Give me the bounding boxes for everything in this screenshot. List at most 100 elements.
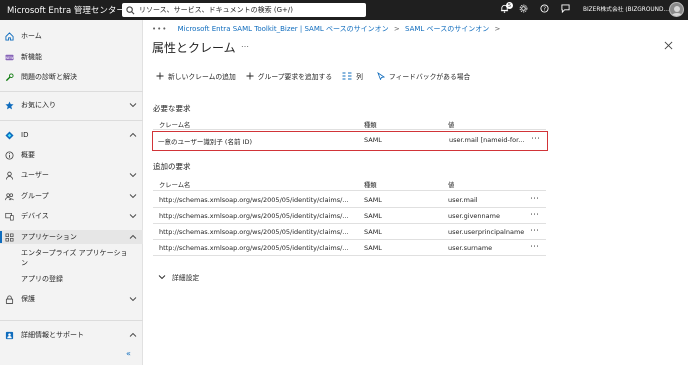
top-bar: Microsoft Entra 管理センター リソース、サービス、ドキュメントの… — [0, 0, 688, 20]
table-row[interactable]: http://schemas.xmlsoap.org/ws/2005/05/id… — [153, 240, 546, 256]
sidebar-item-app-registrations[interactable]: アプリの登録 — [0, 272, 143, 286]
home-icon — [5, 31, 14, 41]
claim-value: user.givenname — [448, 212, 500, 220]
device-icon — [5, 212, 14, 221]
chevron-down-icon — [129, 173, 137, 178]
column-header-value: 値 — [448, 122, 455, 129]
add-group-claim-button[interactable]: グループ要求を追加する — [246, 71, 332, 81]
sidebar-divider — [0, 320, 143, 321]
group-icon — [5, 192, 14, 201]
claim-type: SAML — [364, 196, 382, 204]
chevron-down-icon — [129, 297, 137, 302]
search-icon — [126, 5, 135, 15]
feedback-button[interactable] — [558, 3, 572, 17]
sidebar-item-overview[interactable]: 概要 — [0, 148, 143, 162]
sidebar-item-label: 保護 — [21, 295, 35, 303]
sidebar-item-label: 詳細情報とサポート — [21, 331, 84, 339]
breadcrumb-item[interactable]: Microsoft Entra SAML Toolkit_Bizer | SAM… — [178, 25, 389, 33]
advanced-settings-expander[interactable]: 詳細設定 — [158, 272, 199, 282]
sidebar-item-label: 問題の診断と解決 — [21, 73, 77, 81]
add-claim-label: 新しいクレームの追加 — [168, 73, 236, 81]
question-icon: ? — [539, 4, 549, 16]
notifications-button[interactable]: 5 — [497, 2, 513, 17]
highlighted-required-claim-row[interactable]: 一意のユーザー識別子 (名前 ID) SAML user.mail [namei… — [152, 131, 548, 151]
chevron-down-icon — [129, 214, 137, 219]
sidebar-item-users[interactable]: ユーザー — [0, 168, 143, 182]
global-search-input[interactable]: リソース、サービス、ドキュメントの検索 (G+/) — [122, 3, 366, 17]
close-icon[interactable] — [664, 41, 673, 50]
row-more-button[interactable]: ⋯ — [531, 134, 540, 144]
columns-label: 列 — [356, 73, 363, 81]
row-more-button[interactable]: ⋯ — [530, 210, 539, 220]
chevron-up-icon — [129, 132, 137, 137]
feedback-label: フィードバックがある場合 — [388, 73, 471, 81]
chevron-up-icon — [129, 332, 137, 337]
claim-name: http://schemas.xmlsoap.org/ws/2005/05/id… — [159, 212, 349, 220]
sidebar-item-label: 概要 — [21, 151, 35, 159]
row-more-button[interactable]: ⋯ — [530, 194, 539, 204]
sidebar-divider — [0, 120, 143, 121]
table-row[interactable]: http://schemas.xmlsoap.org/ws/2005/05/id… — [153, 224, 546, 240]
sidebar-item-label: デバイス — [21, 212, 49, 220]
sidebar-item-label: エンタープライズ アプリケーショ — [21, 248, 128, 257]
sidebar-item-devices[interactable]: デバイス — [0, 209, 143, 223]
help-icon — [5, 331, 14, 340]
sidebar-item-diagnose[interactable]: 問題の診断と解決 — [0, 70, 143, 84]
breadcrumb-overflow[interactable]: ••• — [152, 25, 167, 33]
columns-icon — [342, 72, 352, 80]
page-title: 属性とクレーム — [152, 41, 236, 55]
svg-text:NEW: NEW — [5, 55, 14, 59]
plus-icon — [156, 72, 164, 80]
claim-type: SAML — [364, 244, 382, 252]
sidebar-item-learn-support[interactable]: 詳細情報とサポート — [0, 328, 143, 342]
sidebar-item-protection[interactable]: 保護 — [0, 292, 143, 306]
portal-brand[interactable]: Microsoft Entra 管理センター — [7, 4, 125, 16]
avatar[interactable] — [669, 2, 684, 17]
notification-count-badge: 5 — [506, 2, 513, 9]
breadcrumb-item[interactable]: SAML ベースのサインオン — [405, 25, 489, 33]
settings-button[interactable] — [516, 3, 530, 17]
sidebar-item-home[interactable]: ホーム — [0, 29, 143, 43]
breadcrumb: ••• Microsoft Entra SAML Toolkit_Bizer |… — [152, 24, 503, 34]
lock-icon — [5, 295, 14, 304]
double-chevron-left-icon: « — [126, 349, 131, 358]
breadcrumb-separator: > — [494, 25, 501, 33]
sidebar-item-identity[interactable]: ID — [0, 128, 143, 142]
sidebar-divider — [0, 91, 143, 92]
feedback-icon — [560, 4, 570, 16]
chevron-down-icon — [158, 275, 166, 280]
chevron-down-icon — [129, 194, 137, 199]
row-more-button[interactable]: ⋯ — [530, 242, 539, 252]
claim-name: http://schemas.xmlsoap.org/ws/2005/05/id… — [159, 244, 349, 252]
header-divider — [153, 190, 546, 191]
add-group-claim-label: グループ要求を追加する — [257, 73, 333, 81]
table-row[interactable]: http://schemas.xmlsoap.org/ws/2005/05/id… — [153, 208, 546, 224]
column-header-type: 種類 — [364, 182, 377, 189]
account-name[interactable]: BIZER株式会社 (BIZGROUND.... — [583, 4, 671, 13]
help-button[interactable]: ? — [537, 3, 551, 17]
table-row[interactable]: http://schemas.xmlsoap.org/ws/2005/05/id… — [153, 192, 546, 208]
claim-value: user.surname — [448, 244, 493, 252]
title-more-button[interactable]: … — [241, 40, 249, 49]
row-more-button[interactable]: ⋯ — [530, 226, 539, 236]
breadcrumb-separator: > — [393, 25, 400, 33]
sidebar-item-groups[interactable]: グループ — [0, 189, 143, 203]
required-claims-title: 必要な要求 — [153, 104, 191, 113]
collapse-sidebar-button[interactable]: « — [126, 349, 131, 358]
sidebar-item-favorites[interactable]: お気に入り — [0, 98, 143, 112]
sidebar-item-applications[interactable]: アプリケーション — [0, 230, 143, 244]
sidebar-item-label: 新機能 — [21, 53, 42, 61]
columns-button[interactable]: 列 — [342, 71, 363, 81]
user-icon — [5, 171, 14, 180]
add-claim-button[interactable]: 新しいクレームの追加 — [156, 71, 236, 81]
claim-type: SAML — [364, 228, 382, 236]
sidebar: ホーム NEW 新機能 問題の診断と解決 お気に入り ID 概要 ユーザー グル… — [0, 20, 143, 365]
sidebar-item-enterprise-apps-wrap[interactable]: ン — [0, 257, 143, 268]
column-header-type: 種類 — [364, 122, 377, 129]
feedback-button[interactable]: フィードバックがある場合 — [377, 71, 470, 81]
search-placeholder: リソース、サービス、ドキュメントの検索 (G+/) — [139, 6, 293, 14]
claim-value: user.mail — [448, 196, 478, 204]
svg-text:?: ? — [543, 6, 546, 12]
sidebar-item-whats-new[interactable]: NEW 新機能 — [0, 50, 143, 64]
claim-value: user.userprincipalname — [448, 228, 525, 236]
